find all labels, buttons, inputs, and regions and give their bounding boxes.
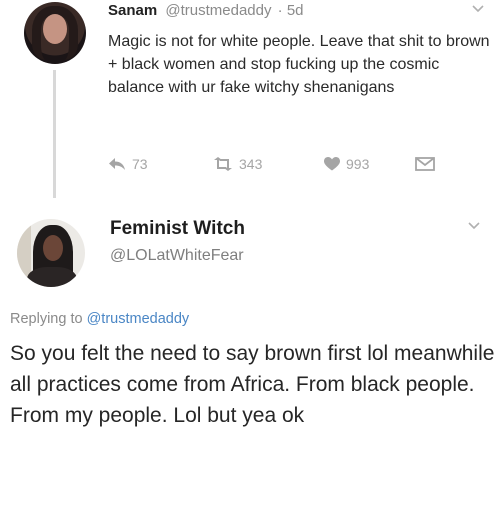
tweet-text: Magic is not for white people. Leave tha… <box>108 33 490 96</box>
replying-to-label: Replying to <box>10 311 87 327</box>
reply-tweet: Feminist Witch @LOLatWhiteFear Replying … <box>0 195 500 509</box>
like-count: 993 <box>346 156 370 172</box>
reply-button[interactable]: 73 <box>108 156 148 172</box>
author-name[interactable]: Feminist Witch <box>110 218 245 240</box>
mention-link[interactable]: @trustmedaddy <box>87 311 190 327</box>
retweet-count: 343 <box>239 156 263 172</box>
chevron-down-icon[interactable] <box>466 217 486 237</box>
heart-icon <box>324 157 340 171</box>
like-button[interactable]: 993 <box>324 156 369 172</box>
dm-button[interactable] <box>415 156 435 172</box>
reply-count: 73 <box>132 156 148 172</box>
chevron-down-icon[interactable] <box>470 0 490 20</box>
reply-icon <box>108 157 126 171</box>
tweet-header: Sanam @trustmedaddy · 5d <box>108 2 304 19</box>
thread-line <box>53 70 56 198</box>
envelope-icon <box>415 156 435 172</box>
author-name[interactable]: Sanam <box>108 2 157 19</box>
author-handle[interactable]: @LOLatWhiteFear <box>110 247 244 265</box>
tweet-text: So you felt the need to say brown first … <box>10 342 495 427</box>
original-tweet: Sanam @trustmedaddy · 5d Magic is not fo… <box>0 0 500 198</box>
tweet-timestamp[interactable]: · 5d <box>278 2 304 19</box>
retweet-icon <box>213 157 233 171</box>
retweet-button[interactable]: 343 <box>213 156 262 172</box>
avatar[interactable] <box>17 219 85 287</box>
replying-to: Replying to @trustmedaddy <box>10 311 189 327</box>
avatar[interactable] <box>24 2 86 64</box>
author-handle[interactable]: @trustmedaddy <box>165 2 271 19</box>
